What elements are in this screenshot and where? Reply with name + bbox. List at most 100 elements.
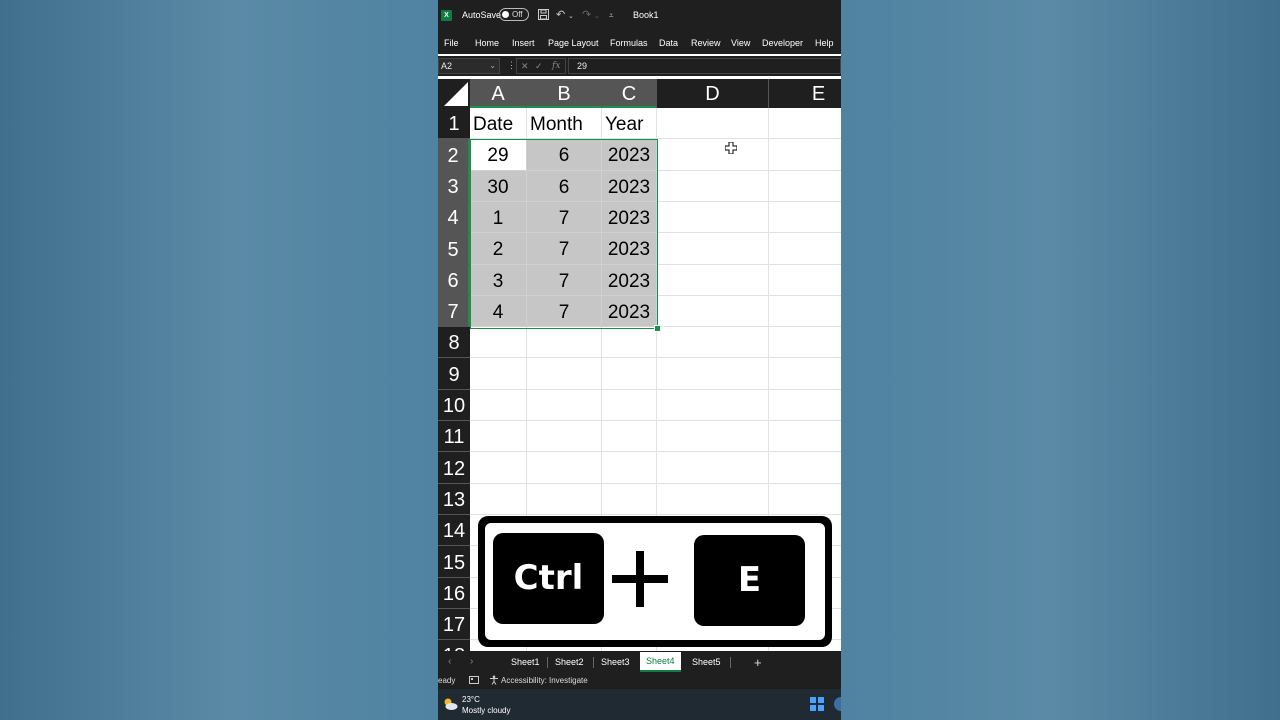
redo-dropdown-icon[interactable]: ⌄: [594, 11, 600, 23]
cell-a13[interactable]: [470, 484, 527, 515]
accessibility-icon[interactable]: [489, 675, 499, 687]
cell-d4[interactable]: [657, 202, 769, 233]
redo-icon[interactable]: ↷: [582, 9, 591, 21]
cell-b10[interactable]: [527, 390, 602, 421]
cell-c2[interactable]: 2023: [602, 139, 657, 171]
cell-d2[interactable]: [657, 139, 769, 171]
cell-e10[interactable]: [769, 390, 841, 421]
sheet-tab-3[interactable]: Sheet3: [595, 651, 636, 673]
customize-qat-icon[interactable]: ⩡: [609, 10, 614, 22]
tab-file[interactable]: File: [444, 38, 459, 48]
worksheet-grid[interactable]: A B C D E 123456789101112131415161718 Da…: [438, 79, 841, 651]
cell-b2[interactable]: 6: [527, 139, 602, 171]
tab-home[interactable]: Home: [475, 38, 499, 48]
cell-c10[interactable]: [602, 390, 657, 421]
sheet-tab-1[interactable]: Sheet1: [505, 651, 546, 673]
select-all-button[interactable]: [438, 79, 470, 108]
cell-b3[interactable]: 6: [527, 171, 602, 202]
cell-d8[interactable]: [657, 327, 769, 358]
row-header-8[interactable]: 8: [438, 327, 470, 358]
cell-c8[interactable]: [602, 327, 657, 358]
insert-function-icon[interactable]: fx: [552, 59, 560, 73]
row-header-10[interactable]: 10: [438, 390, 470, 421]
row-header-13[interactable]: 13: [438, 484, 470, 515]
formula-input[interactable]: 29: [568, 58, 841, 74]
cell-b11[interactable]: [527, 421, 602, 452]
more-options-icon[interactable]: ⋮: [507, 60, 516, 71]
tab-help[interactable]: Help: [815, 38, 834, 48]
accessibility-status[interactable]: Accessibility: Investigate: [501, 676, 588, 685]
tab-review[interactable]: Review: [691, 38, 721, 48]
fill-handle[interactable]: [654, 325, 661, 332]
cell-d13[interactable]: [657, 484, 769, 515]
cell-e9[interactable]: [769, 358, 841, 390]
name-box-dropdown-icon[interactable]: ⌄: [489, 59, 496, 73]
cell-c11[interactable]: [602, 421, 657, 452]
autosave-toggle[interactable]: Off: [499, 8, 529, 21]
previous-sheet-icon[interactable]: ‹: [448, 656, 451, 667]
cell-b13[interactable]: [527, 484, 602, 515]
row-header-3[interactable]: 3: [438, 171, 470, 202]
cell-c3[interactable]: 2023: [602, 171, 657, 202]
tab-page-layout[interactable]: Page Layout: [548, 38, 599, 48]
cell-b4[interactable]: 7: [527, 202, 602, 233]
cell-e11[interactable]: [769, 421, 841, 452]
cell-e5[interactable]: [769, 233, 841, 265]
enter-icon[interactable]: ✓: [535, 59, 543, 73]
undo-dropdown-icon[interactable]: ⌄: [568, 11, 574, 23]
row-header-2[interactable]: 2: [438, 139, 470, 171]
cell-e3[interactable]: [769, 171, 841, 202]
row-header-1[interactable]: 1: [438, 108, 470, 139]
windows-start-icon[interactable]: [810, 697, 824, 711]
cell-c4[interactable]: 2023: [602, 202, 657, 233]
row-header-14[interactable]: 14: [438, 515, 470, 546]
cell-a3[interactable]: 30: [470, 171, 527, 202]
cell-a6[interactable]: 3: [470, 265, 527, 296]
cell-c13[interactable]: [602, 484, 657, 515]
cell-e7[interactable]: [769, 296, 841, 327]
sheet-tab-5[interactable]: Sheet5: [686, 651, 727, 673]
tab-view[interactable]: View: [731, 38, 750, 48]
cell-c7[interactable]: 2023: [602, 296, 657, 327]
column-header-e[interactable]: E: [769, 79, 841, 108]
cancel-icon[interactable]: ✕: [521, 59, 529, 73]
cell-c9[interactable]: [602, 358, 657, 390]
tab-formulas[interactable]: Formulas: [610, 38, 648, 48]
cell-a4[interactable]: 1: [470, 202, 527, 233]
row-header-4[interactable]: 4: [438, 202, 470, 233]
cell-b8[interactable]: [527, 327, 602, 358]
cell-d6[interactable]: [657, 265, 769, 296]
cell-c6[interactable]: 2023: [602, 265, 657, 296]
cell-e8[interactable]: [769, 327, 841, 358]
cell-b1[interactable]: Month: [527, 108, 602, 139]
row-header-6[interactable]: 6: [438, 265, 470, 296]
cell-e6[interactable]: [769, 265, 841, 296]
cell-d5[interactable]: [657, 233, 769, 265]
taskbar-app-icon[interactable]: [834, 697, 841, 711]
cell-a10[interactable]: [470, 390, 527, 421]
cell-c1[interactable]: Year: [602, 108, 657, 139]
new-sheet-icon[interactable]: +: [754, 655, 762, 670]
column-header-c[interactable]: C: [602, 79, 657, 108]
tab-data[interactable]: Data: [659, 38, 678, 48]
next-sheet-icon[interactable]: ›: [470, 656, 473, 667]
cell-b7[interactable]: 7: [527, 296, 602, 327]
cell-a2[interactable]: 29: [470, 139, 527, 171]
save-icon[interactable]: [538, 9, 549, 23]
cell-b6[interactable]: 7: [527, 265, 602, 296]
row-header-15[interactable]: 15: [438, 546, 470, 578]
macro-record-icon[interactable]: [469, 675, 479, 687]
cell-b12[interactable]: [527, 452, 602, 484]
cell-a1[interactable]: Date: [470, 108, 527, 139]
cell-e13[interactable]: [769, 484, 841, 515]
column-header-b[interactable]: B: [527, 79, 602, 108]
cell-d7[interactable]: [657, 296, 769, 327]
sheet-tab-2[interactable]: Sheet2: [549, 651, 590, 673]
cell-a12[interactable]: [470, 452, 527, 484]
cell-d9[interactable]: [657, 358, 769, 390]
cell-a8[interactable]: [470, 327, 527, 358]
column-header-d[interactable]: D: [657, 79, 769, 108]
undo-icon[interactable]: ↶: [556, 9, 565, 21]
cell-d12[interactable]: [657, 452, 769, 484]
cell-e1[interactable]: [769, 108, 841, 139]
